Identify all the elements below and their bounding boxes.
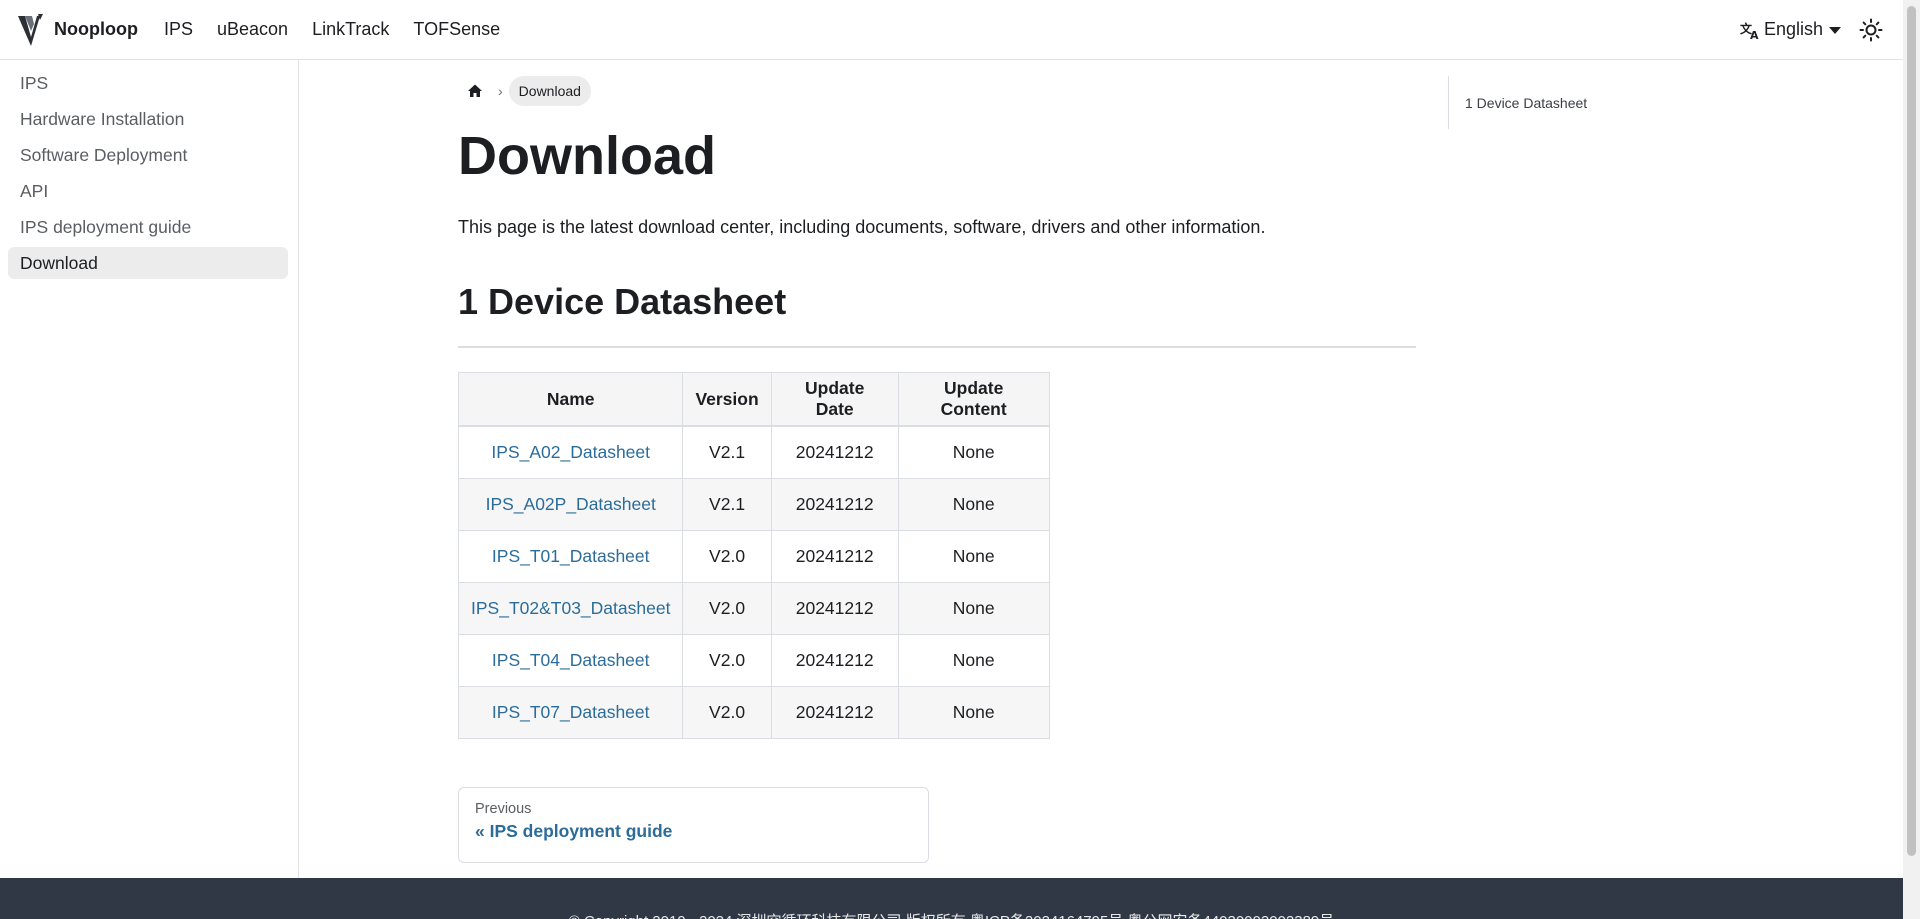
page-title: Download (458, 126, 716, 186)
scrollbar-thumb[interactable] (1907, 6, 1916, 856)
theme-toggle-button[interactable] (1859, 18, 1883, 42)
cell-update-content: None (897, 530, 1050, 583)
nav-link-ips[interactable]: IPS (164, 19, 193, 40)
cell-name: IPS_T02&T03_Datasheet (457, 582, 684, 635)
sidebar-item-api[interactable]: API (8, 175, 288, 207)
cell-version: V2.0 (682, 634, 772, 687)
brand-link[interactable]: Nooploop (16, 13, 138, 47)
pagination-sublabel: Previous (475, 801, 532, 817)
main-content: › Download Download This page is the lat… (457, 60, 1416, 863)
pagination-previous-link[interactable]: Previous « IPS deployment guide (458, 787, 929, 863)
table-of-contents: 1 Device Datasheet (1448, 76, 1587, 129)
svg-text:A: A (1750, 29, 1759, 40)
nooploop-logo-icon (18, 13, 43, 46)
language-label: English (1763, 19, 1823, 39)
sidebar-item-ips[interactable]: IPS (8, 67, 288, 99)
cell-update-date: 20241212 (770, 686, 899, 739)
language-dropdown[interactable]: 文 A English (1740, 19, 1841, 40)
chevron-right-icon: › (498, 83, 503, 99)
nav-link-tofsense[interactable]: TOFSense (413, 19, 500, 40)
translate-icon: 文 A (1740, 21, 1759, 40)
column-header-update-content: Update Content (897, 372, 1050, 427)
datasheet-link[interactable]: IPS_T01_Datasheet (492, 546, 650, 566)
column-header-version: Version (682, 372, 772, 427)
sidebar-item-ips-deployment-guide[interactable]: IPS deployment guide (8, 211, 288, 243)
cell-update-date: 20241212 (770, 478, 899, 531)
toc-link-device-datasheet[interactable]: 1 Device Datasheet (1465, 95, 1587, 111)
cell-update-date: 20241212 (770, 425, 899, 479)
cell-update-content: None (897, 425, 1050, 479)
brand-title: Nooploop (54, 19, 138, 39)
datasheet-link[interactable]: IPS_A02_Datasheet (491, 442, 650, 462)
cell-name: IPS_T01_Datasheet (457, 530, 684, 583)
cell-update-date: 20241212 (770, 634, 899, 687)
datasheet-link[interactable]: IPS_T02&T03_Datasheet (471, 598, 670, 618)
datasheet-table: Name Version Update Date Update Content … (457, 372, 1050, 739)
cell-name: IPS_A02P_Datasheet (457, 478, 684, 531)
sun-icon (1859, 18, 1883, 41)
cell-version: V2.0 (682, 582, 772, 635)
table-row: IPS_A02_Datasheet V2.1 20241212 None (457, 425, 1050, 479)
chevron-down-icon (1829, 27, 1841, 34)
cell-version: V2.1 (682, 478, 772, 531)
sidebar-item-download[interactable]: Download (8, 247, 288, 279)
sidebar: IPS Hardware Installation Software Deplo… (0, 60, 299, 878)
table-header-row: Name Version Update Date Update Content (457, 372, 1050, 427)
cell-version: V2.1 (682, 425, 772, 479)
home-icon (468, 84, 482, 97)
nav-link-ubeacon[interactable]: uBeacon (217, 19, 288, 40)
breadcrumb-home[interactable] (458, 76, 492, 106)
navbar: Nooploop IPS uBeacon LinkTrack TOFSense … (0, 0, 1903, 60)
footer-copyright: © Copyright 2019 - 2024 深圳空循环科技有限公司 版权所有… (0, 910, 1903, 919)
datasheet-link[interactable]: IPS_A02P_Datasheet (486, 494, 656, 514)
cell-update-date: 20241212 (770, 530, 899, 583)
breadcrumb: › Download (458, 76, 1416, 106)
cell-update-content: None (897, 634, 1050, 687)
cell-update-content: None (897, 478, 1050, 531)
datasheet-link[interactable]: IPS_T07_Datasheet (492, 702, 650, 722)
section-title: 1 Device Datasheet (458, 281, 787, 322)
cell-name: IPS_T04_Datasheet (457, 634, 684, 687)
table-row: IPS_T07_Datasheet V2.0 20241212 None (457, 686, 1050, 739)
table-row: IPS_T02&T03_Datasheet V2.0 20241212 None (457, 582, 1050, 635)
scrollbar[interactable] (1903, 0, 1920, 919)
cell-version: V2.0 (682, 686, 772, 739)
breadcrumb-current: Download (508, 76, 591, 106)
column-header-update-date: Update Date (770, 372, 899, 427)
footer: © Copyright 2019 - 2024 深圳空循环科技有限公司 版权所有… (0, 878, 1903, 919)
datasheet-link[interactable]: IPS_T04_Datasheet (492, 650, 650, 670)
page-intro: This page is the latest download center,… (458, 217, 1266, 237)
column-header-name: Name (457, 372, 684, 427)
cell-version: V2.0 (682, 530, 772, 583)
table-row: IPS_A02P_Datasheet V2.1 20241212 None (457, 478, 1050, 531)
cell-name: IPS_T07_Datasheet (457, 686, 684, 739)
sidebar-item-hardware-installation[interactable]: Hardware Installation (8, 103, 288, 135)
table-row: IPS_T04_Datasheet V2.0 20241212 None (457, 634, 1050, 687)
table-row: IPS_T01_Datasheet V2.0 20241212 None (457, 530, 1050, 583)
sidebar-item-software-deployment[interactable]: Software Deployment (8, 139, 288, 171)
section-divider (458, 346, 1416, 348)
cell-update-content: None (897, 686, 1050, 739)
nav-link-linktrack[interactable]: LinkTrack (312, 19, 389, 40)
pagination-label: « IPS deployment guide (475, 821, 673, 841)
cell-name: IPS_A02_Datasheet (457, 425, 684, 479)
cell-update-content: None (897, 582, 1050, 635)
cell-update-date: 20241212 (770, 582, 899, 635)
